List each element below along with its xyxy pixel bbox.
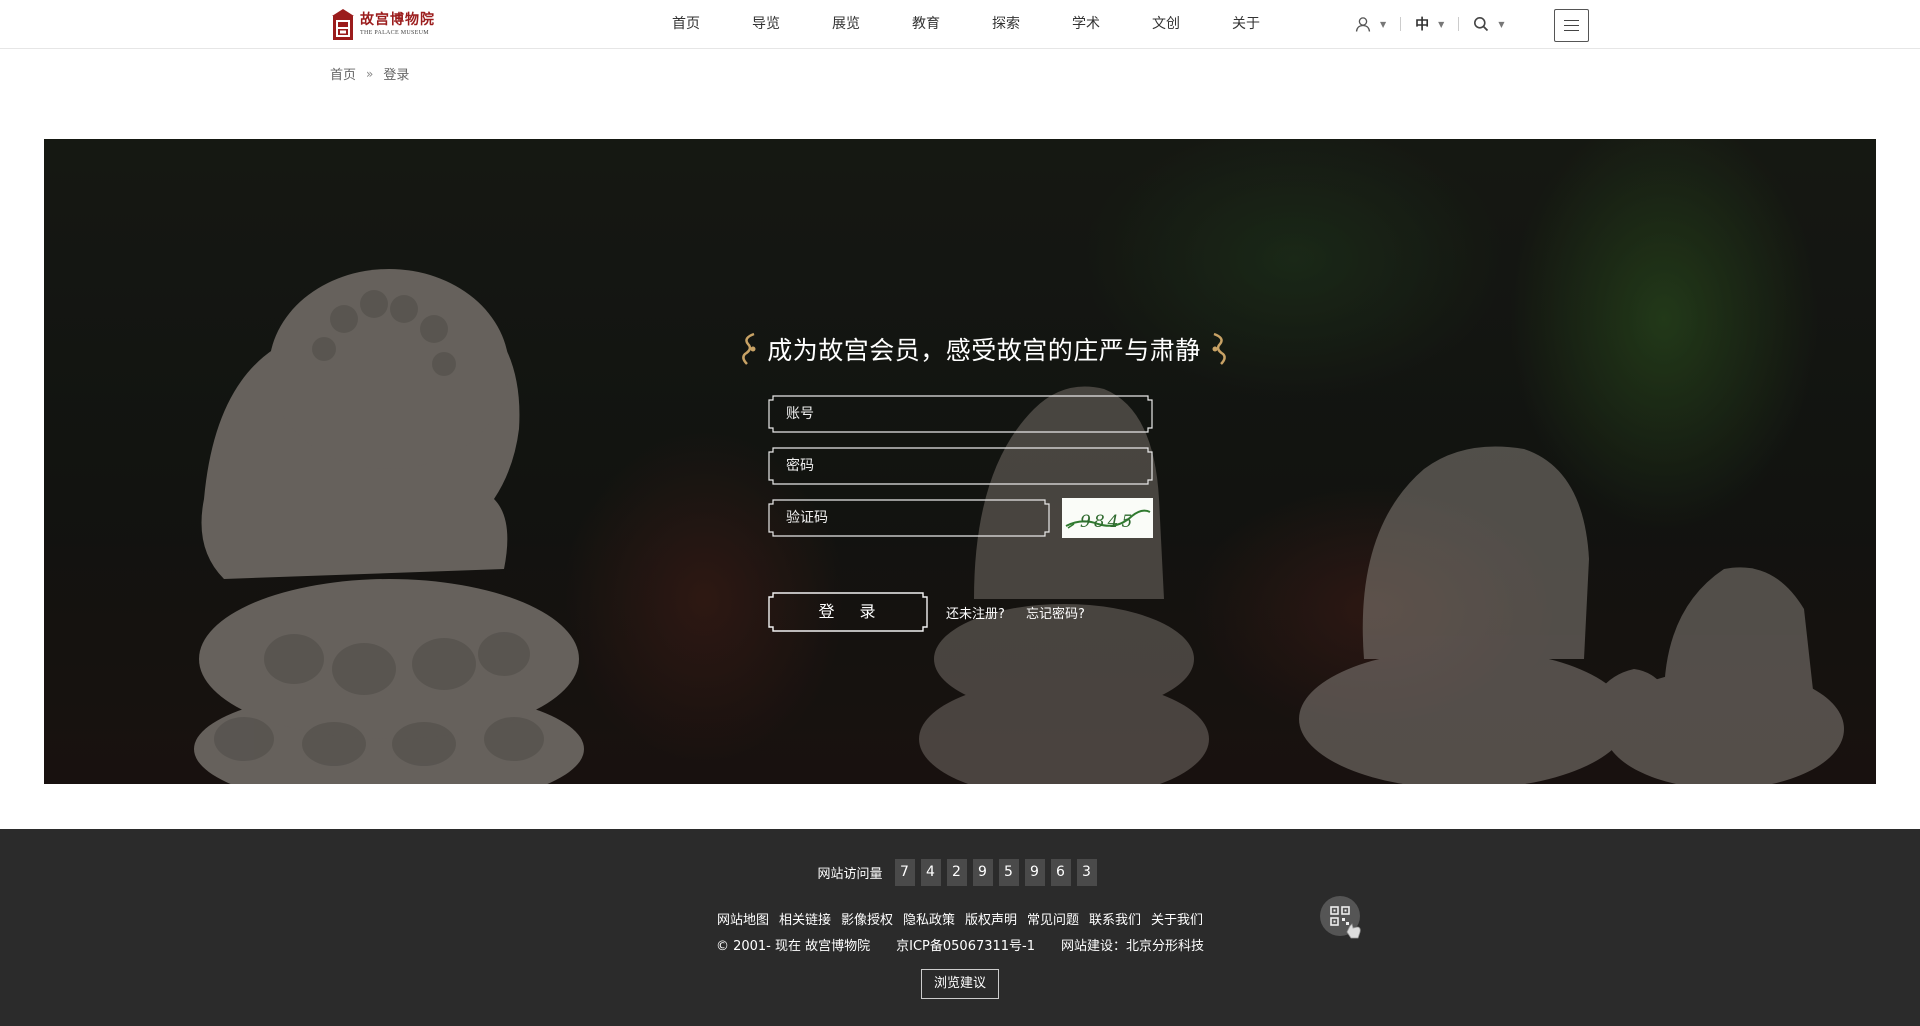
search-icon [1474, 17, 1489, 32]
language-switcher[interactable]: 中 ▼ [1415, 14, 1444, 34]
copyright-text: © 2001- 现在 故宫博物院 [715, 939, 871, 954]
tool-divider [1458, 17, 1460, 31]
login-submit-button[interactable]: 登 录 [768, 592, 928, 632]
nav-item-about[interactable]: 关于 [1206, 0, 1286, 48]
ornament-left-icon [742, 332, 756, 365]
breadcrumb: 首页 » 登录 [330, 64, 410, 84]
header-tools: ▼ 中 ▼ ▼ [1355, 0, 1504, 48]
ornament-right-icon [1212, 332, 1226, 365]
visit-counter-label: 网站访问量 [817, 867, 883, 882]
copyright-line: © 2001- 现在 故宫博物院 京ICP备05067311号-1 网站建设：北… [0, 935, 1920, 954]
logo-chinese-name: 故宫博物院 [360, 12, 435, 28]
breadcrumb-current: 登录 [383, 68, 410, 83]
register-link[interactable]: 还未注册? [946, 603, 1005, 622]
visit-digit: 5 [998, 859, 1019, 886]
tool-divider [1400, 17, 1402, 31]
chevron-down-icon: ▼ [1380, 19, 1387, 29]
visit-digit: 9 [1024, 859, 1045, 886]
qr-code-button[interactable] [1318, 894, 1366, 942]
site-header: 故宫博物院 THE PALACE MUSEUM 首页 导览 展览 教育 探索 学… [0, 0, 1920, 49]
visit-digit: 6 [1050, 859, 1071, 886]
main-nav: 首页 导览 展览 教育 探索 学术 文创 关于 [646, 0, 1286, 48]
user-menu-button[interactable]: ▼ [1355, 16, 1386, 32]
footer-link-image-license[interactable]: 影像授权 [841, 909, 893, 928]
visit-digit: 2 [946, 859, 967, 886]
footer-link-copyright[interactable]: 版权声明 [965, 909, 1017, 928]
slogan-text: 成为故宫会员，感受故宫的庄严与肃静 [767, 336, 1201, 365]
hamburger-menu-button[interactable] [1554, 9, 1589, 42]
footer-link-contact[interactable]: 联系我们 [1089, 909, 1141, 928]
site-builder: 网站建设：北京分形科技 [1061, 939, 1205, 954]
footer-link-related[interactable]: 相关链接 [779, 909, 831, 928]
palace-gate-icon [332, 9, 354, 40]
search-button[interactable]: ▼ [1473, 16, 1504, 32]
visit-counter: 网站访问量 7 4 2 9 5 9 6 3 [0, 859, 1920, 886]
icp-number: 京ICP备05067311号-1 [896, 939, 1036, 954]
login-submit-label: 登 录 [818, 602, 886, 621]
captcha-image[interactable]: 9845 [1062, 498, 1153, 538]
breadcrumb-separator: » [366, 66, 374, 81]
visit-digit: 4 [920, 859, 941, 886]
language-label: 中 [1415, 17, 1430, 33]
captcha-graphic: 9845 [1065, 509, 1151, 532]
login-form: 成为故宫会员，感受故宫的庄严与肃静 账号 验证码 9845 登 录 还未注册? … [44, 139, 1876, 784]
footer-link-privacy[interactable]: 隐私政策 [903, 909, 955, 928]
captcha-code: 9845 [1080, 512, 1135, 532]
account-input[interactable] [786, 395, 1146, 433]
feedback-button[interactable]: 浏览建议 [921, 969, 999, 999]
nav-item-home[interactable]: 首页 [646, 0, 726, 48]
captcha-input[interactable] [786, 499, 1041, 537]
account-field [768, 395, 1153, 433]
forgot-password-link[interactable]: 忘记密码? [1026, 603, 1085, 622]
nav-item-education[interactable]: 教育 [886, 0, 966, 48]
nav-item-guide[interactable]: 导览 [726, 0, 806, 48]
chevron-down-icon: ▼ [1438, 19, 1445, 29]
login-slogan: 成为故宫会员，感受故宫的庄严与肃静 [704, 329, 1264, 369]
login-hero-banner: 成为故宫会员，感受故宫的庄严与肃静 账号 验证码 9845 登 录 还未注册? … [44, 139, 1876, 784]
visit-digit: 9 [972, 859, 993, 886]
palace-museum-logo[interactable]: 故宫博物院 THE PALACE MUSEUM [330, 6, 450, 42]
nav-item-exhibitions[interactable]: 展览 [806, 0, 886, 48]
visit-digit: 7 [894, 859, 915, 886]
qr-code-icon [1320, 896, 1361, 939]
footer-links: 网站地图 相关链接 影像授权 隐私政策 版权声明 常见问题 联系我们 关于我们 [0, 909, 1920, 928]
site-footer: 网站访问量 7 4 2 9 5 9 6 3 网站地图 相关链接 影像授权 隐私政… [0, 829, 1920, 1026]
logo-text: 故宫博物院 THE PALACE MUSEUM [360, 11, 435, 37]
chevron-down-icon: ▼ [1498, 19, 1505, 29]
password-input[interactable] [786, 447, 1146, 485]
captcha-field [768, 499, 1050, 537]
nav-item-creative[interactable]: 文创 [1126, 0, 1206, 48]
logo-english-name: THE PALACE MUSEUM [360, 30, 429, 36]
nav-item-research[interactable]: 学术 [1046, 0, 1126, 48]
user-icon [1355, 17, 1371, 32]
breadcrumb-home-link[interactable]: 首页 [330, 64, 356, 83]
password-field [768, 447, 1153, 485]
nav-item-explore[interactable]: 探索 [966, 0, 1046, 48]
footer-link-sitemap[interactable]: 网站地图 [717, 909, 769, 928]
footer-link-about[interactable]: 关于我们 [1151, 909, 1203, 928]
visit-digit: 3 [1076, 859, 1097, 886]
hamburger-menu-icon [1564, 20, 1579, 21]
footer-link-faq[interactable]: 常见问题 [1027, 909, 1079, 928]
